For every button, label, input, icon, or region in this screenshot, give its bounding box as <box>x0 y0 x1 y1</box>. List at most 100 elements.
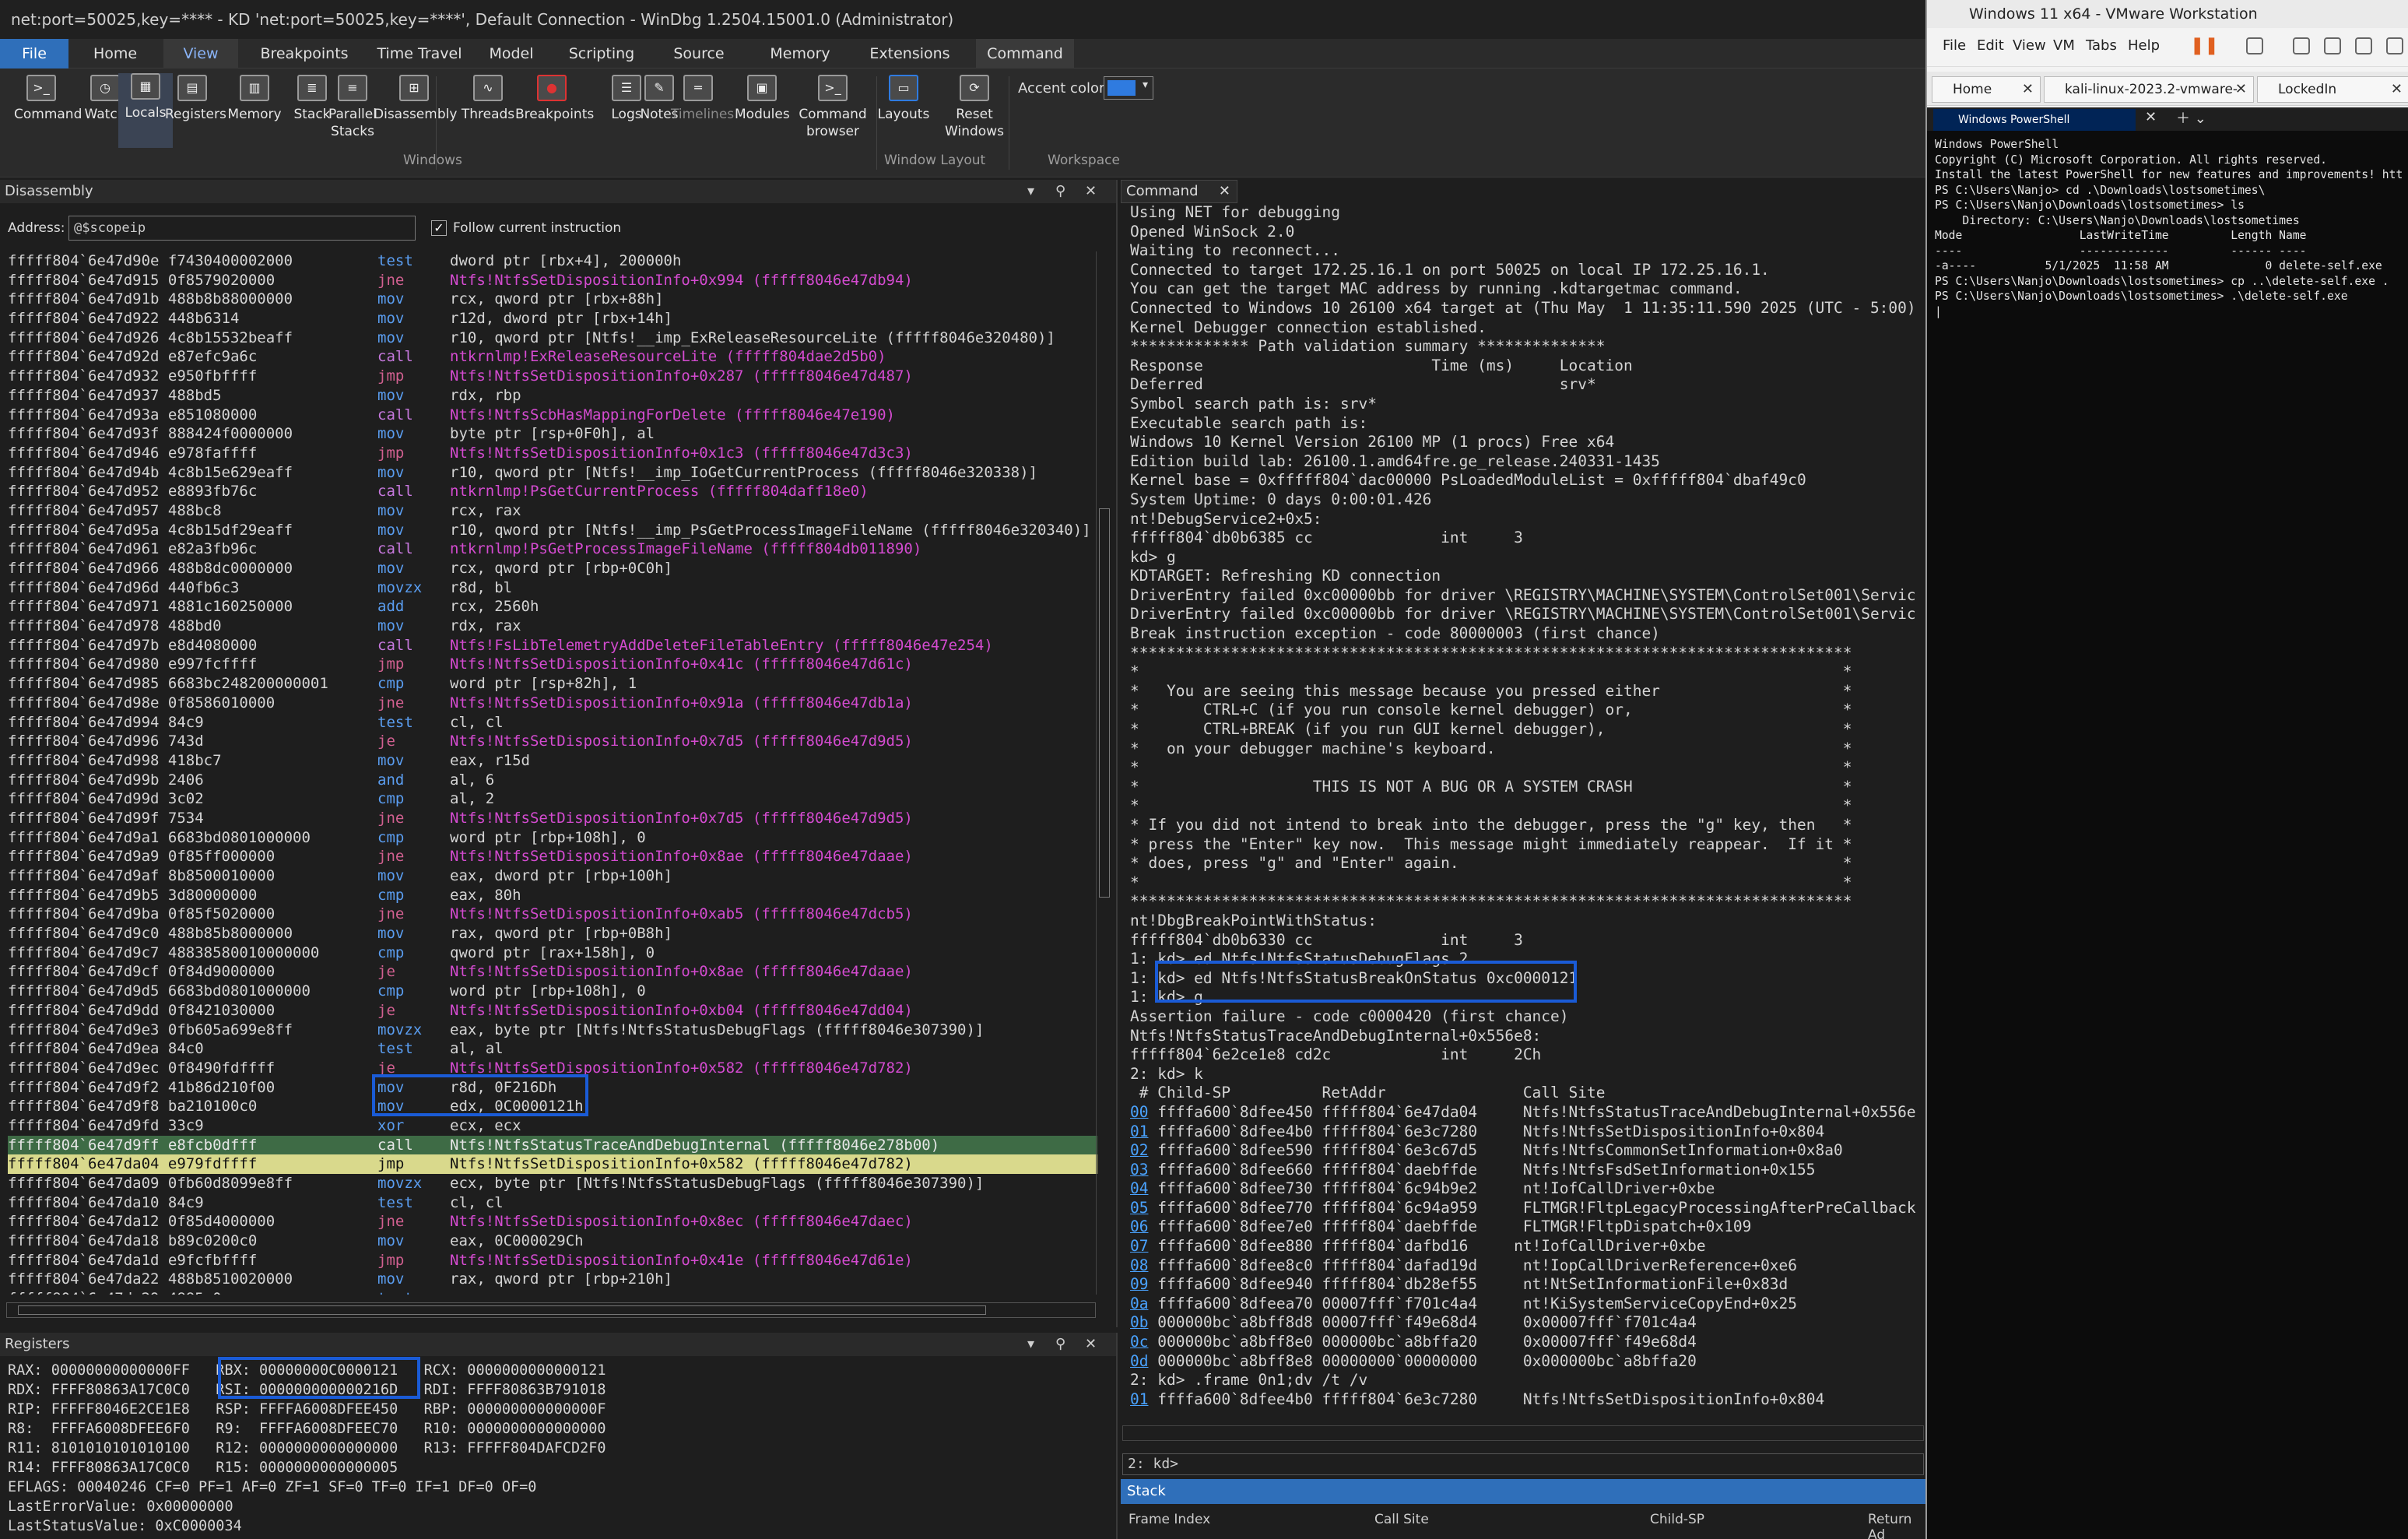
disassembly-row[interactable]: fffff804`6e47d97b e8d4080000 call Ntfs!FsL… <box>8 636 1097 655</box>
tab-powershell[interactable]: Windows PowerShell <box>1933 109 2136 131</box>
ribbon-button-timelines[interactable]: ═ Timelines <box>671 75 734 123</box>
command-input[interactable]: 2: kd> <box>1122 1453 1924 1475</box>
horizontal-scrollbar[interactable] <box>1122 1425 1924 1441</box>
pause-icon[interactable]: ❚❚ <box>2190 36 2219 55</box>
disassembly-row[interactable]: fffff804`6e47d932 e950fbffff jmp Ntfs!Ntfs… <box>8 367 1097 386</box>
disassembly-row[interactable]: fffff804`6e47d966 488b8dc0000000 mov rcx, … <box>8 559 1097 578</box>
disassembly-row[interactable]: fffff804`6e47da18 b89c0200c0 mov eax, 0C00… <box>8 1232 1097 1251</box>
disassembly-row[interactable]: fffff804`6e47d9a1 6683bd0801000000 cmp wor… <box>8 828 1097 848</box>
menu-view[interactable]: View <box>2013 37 2046 54</box>
frame-link[interactable]: 09 <box>1130 1275 1148 1293</box>
revert-snapshot-icon[interactable] <box>2324 37 2341 54</box>
menu-file[interactable]: File <box>1943 37 1966 54</box>
ribbon-button-layouts[interactable]: ▭ Layouts <box>876 75 931 123</box>
vertical-scrollbar[interactable] <box>1096 251 1111 1295</box>
frame-link[interactable]: 08 <box>1130 1256 1148 1274</box>
disassembly-row[interactable]: fffff804`6e47da10 84c9 test cl, cl <box>8 1193 1097 1213</box>
close-icon[interactable]: ✕ <box>2145 109 2157 125</box>
frame-link[interactable]: 01 <box>1130 1390 1148 1408</box>
disassembly-row[interactable]: fffff804`6e47d9a9 0f85ff000000 jne Ntfs!Nt… <box>8 847 1097 866</box>
disassembly-row[interactable]: fffff804`6e47d9ba 0f85f5020000 jne Ntfs!Nt… <box>8 905 1097 924</box>
disassembly-row[interactable]: fffff804`6e47d98e 0f8586010000 jne Ntfs!Nt… <box>8 694 1097 713</box>
ribbon-button-modules[interactable]: ▣ Modules <box>735 75 790 123</box>
disassembly-row[interactable]: fffff804`6e47d95a 4c8b15df29eaff mov r10, … <box>8 521 1097 540</box>
disassembly-row[interactable]: fffff804`6e47d9ec 0f8490fdffff je Ntfs!Ntf… <box>8 1059 1097 1078</box>
ribbon-button-parallel-stacks[interactable]: ≡ Parallel Stacks <box>325 75 380 140</box>
tab-command[interactable]: Command ✕ <box>1121 180 1237 203</box>
close-icon[interactable]: ✕ <box>2391 77 2403 102</box>
frame-link[interactable]: 0d <box>1130 1352 1148 1370</box>
close-icon[interactable]: ✕ <box>2022 77 2034 102</box>
disassembly-row[interactable]: fffff804`6e47d9e3 0fb605a699e8ff movzx eax… <box>8 1021 1097 1040</box>
disassembly-row[interactable]: fffff804`6e47d980 e997fcffff jmp Ntfs!Ntfs… <box>8 655 1097 674</box>
disassembly-row[interactable]: fffff804`6e47d96d 440fb6c3 movzx r8d, bl <box>8 578 1097 598</box>
send-keys-icon[interactable] <box>2246 37 2263 54</box>
column-return-address[interactable]: Return Ad <box>1868 1512 1925 1539</box>
tab-model[interactable]: Model <box>478 39 545 69</box>
frame-link[interactable]: 0a <box>1130 1295 1148 1312</box>
close-icon[interactable]: ✕ <box>2235 77 2247 102</box>
menu-tabs[interactable]: Tabs <box>2086 37 2117 54</box>
disassembly-row[interactable]: fffff804`6e47d9b5 3d80000000 cmp eax, 80h <box>8 886 1097 905</box>
disassembly-row[interactable]: fffff804`6e47d998 418bc7 mov eax, r15d <box>8 751 1097 771</box>
disassembly-row[interactable]: fffff804`6e47d90e f7430400002000 test dwor… <box>8 251 1097 271</box>
disassembly-row[interactable]: fffff804`6e47d92d e87efc9a6c call ntkrnlmp… <box>8 347 1097 367</box>
disassembly-row[interactable]: fffff804`6e47d99d 3c02 cmp al, 2 <box>8 789 1097 809</box>
tab-file[interactable]: File <box>0 39 68 69</box>
menu-edit[interactable]: Edit <box>1977 37 2004 54</box>
menu-vm[interactable]: VM <box>2053 37 2075 54</box>
frame-link[interactable]: 04 <box>1130 1179 1148 1197</box>
tab-lockedin[interactable]: LockedIn ✕ <box>2257 76 2408 103</box>
pin-icon[interactable]: ⚲ <box>1055 180 1065 203</box>
disassembly-row[interactable]: fffff804`6e47d9cf 0f84d9000000 je Ntfs!Ntf… <box>8 962 1097 982</box>
menu-help[interactable]: Help <box>2128 37 2160 54</box>
disassembly-row[interactable]: fffff804`6e47d952 e8893fb76c call ntkrnlmp… <box>8 482 1097 501</box>
frame-link[interactable]: 07 <box>1130 1237 1148 1255</box>
frame-link[interactable]: 02 <box>1130 1141 1148 1159</box>
frame-link[interactable]: 01 <box>1130 1123 1148 1140</box>
powershell-console[interactable]: Windows PowerShell Copyright (C) Microsof… <box>1927 131 2408 1539</box>
disassembly-row[interactable]: fffff804`6e47d94b 4c8b15e629eaff mov r10, … <box>8 463 1097 483</box>
disassembly-row[interactable]: fffff804`6e47d915 0f8579020000 jne Ntfs!Nt… <box>8 271 1097 290</box>
ribbon-button-breakpoints[interactable]: ● Breakpoints <box>515 75 594 123</box>
disassembly-row[interactable]: fffff804`6e47d957 488bc8 mov rcx, rax <box>8 501 1097 521</box>
tab-source[interactable]: Source <box>658 39 739 69</box>
accent-color-picker[interactable]: ▾ <box>1104 76 1153 100</box>
disassembly-row[interactable]: fffff804`6e47d9f8 ba210100c0 mov edx, 0C00… <box>8 1097 1097 1116</box>
disassembly-row[interactable]: fffff804`6e47d922 448b6314 mov r12d, dword… <box>8 309 1097 329</box>
horizontal-scrollbar[interactable] <box>6 1302 1096 1318</box>
column-child-sp[interactable]: Child-SP <box>1650 1512 1704 1527</box>
ribbon-button-memory[interactable]: ▥ Memory <box>227 75 282 123</box>
tab-home[interactable]: Home ✕ <box>1932 76 2041 103</box>
disassembly-row[interactable]: fffff804`6e47d9ea 84c0 test al, al <box>8 1039 1097 1059</box>
tab-time-travel[interactable]: Time Travel <box>374 39 465 69</box>
tab-breakpoints[interactable]: Breakpoints <box>246 39 363 69</box>
follow-current-instruction-checkbox[interactable]: ✓ <box>431 220 447 236</box>
disassembly-row[interactable]: fffff804`6e47d9c7 48838580010000000 cmp qw… <box>8 943 1097 963</box>
dropdown-icon[interactable]: ▾ <box>1027 180 1034 203</box>
tab-scripting[interactable]: Scripting <box>557 39 646 69</box>
disassembly-row[interactable]: fffff804`6e47d978 488bd0 mov rdx, rax <box>8 617 1097 636</box>
column-call-site[interactable]: Call Site <box>1374 1512 1429 1527</box>
frame-link[interactable]: 03 <box>1130 1161 1148 1179</box>
scroll-thumb[interactable] <box>18 1305 986 1315</box>
tab-memory[interactable]: Memory <box>755 39 845 69</box>
pin-icon[interactable]: ⚲ <box>1055 1333 1065 1356</box>
disassembly-row[interactable]: fffff804`6e47d926 4c8b15532beaff mov r10, … <box>8 329 1097 348</box>
disassembly-row[interactable]: fffff804`6e47d946 e978faffff jmp Ntfs!Ntfs… <box>8 444 1097 463</box>
disassembly-row[interactable]: fffff804`6e47d93f 888424f0000000 mov byte … <box>8 424 1097 444</box>
tab-view[interactable]: View <box>163 39 238 69</box>
ribbon-button-command-browser[interactable]: >_ Command browser <box>795 75 870 140</box>
column-frame-index[interactable]: Frame Index <box>1129 1512 1210 1527</box>
close-icon[interactable]: ✕ <box>1085 1333 1097 1356</box>
disassembly-row[interactable]: fffff804`6e47d99b 2406 and al, 6 <box>8 771 1097 790</box>
disassembly-listing[interactable]: fffff804`6e47d90e f7430400002000 test dwor… <box>8 251 1097 1295</box>
snapshot-icon[interactable] <box>2293 37 2310 54</box>
frame-link[interactable]: 0c <box>1130 1333 1148 1351</box>
ribbon-button-registers[interactable]: ▤ Registers <box>165 75 226 123</box>
disassembly-row[interactable]: fffff804`6e47d937 488bd5 mov rdx, rbp <box>8 386 1097 406</box>
disassembly-row[interactable]: fffff804`6e47d985 6683bc248200000001 cmp w… <box>8 674 1097 694</box>
disassembly-row[interactable]: fffff804`6e47d9fd 33c9 xor ecx, ecx <box>8 1116 1097 1136</box>
dropdown-icon[interactable]: ▾ <box>1027 1333 1034 1356</box>
tab-command[interactable]: Command <box>976 39 1074 69</box>
